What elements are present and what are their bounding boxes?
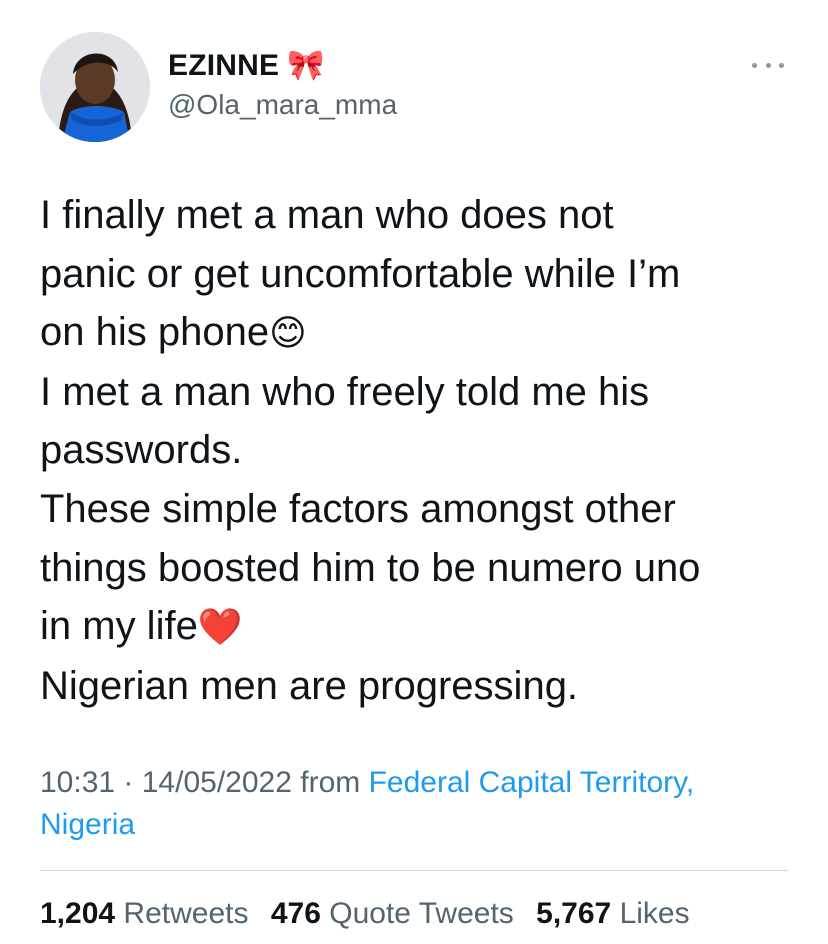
more-horizontal-icon	[765, 62, 771, 68]
tweet-date[interactable]: 14/05/2022	[142, 766, 292, 799]
quote-tweets-stat[interactable]: 476 Quote Tweets	[271, 897, 514, 930]
divider	[40, 870, 788, 871]
retweets-label: Retweets	[123, 897, 249, 930]
retweets-stat[interactable]: 1,204 Retweets	[40, 897, 248, 930]
more-options-button[interactable]	[748, 52, 788, 78]
from-label: from	[291, 766, 369, 799]
author-name-row[interactable]: EZINNE 🎀	[168, 46, 325, 86]
tweet-meta: 10:31 · 14/05/2022 from Federal Capital …	[40, 762, 800, 846]
ribbon-bow-icon: 🎀	[287, 49, 325, 82]
tweet-line: I finally met a man who does not	[40, 193, 614, 237]
tweet-line: on his phone😊	[40, 303, 800, 363]
likes-label: Likes	[619, 897, 690, 930]
tweet-line-text: on his phone	[40, 310, 270, 355]
author-handle[interactable]: @Ola_mara_mma	[168, 89, 397, 121]
smiling-face-icon: 😊	[269, 312, 307, 354]
avatar[interactable]	[40, 32, 150, 142]
author-display-name[interactable]: EZINNE	[168, 49, 279, 83]
location-link[interactable]: Federal Capital Territory,	[369, 766, 695, 799]
tweet-line: I met a man who freely told me his	[40, 369, 650, 414]
tweet-line: These simple factors amongst other	[40, 486, 676, 531]
tweet-line: things boosted him to be numero uno	[40, 545, 701, 590]
tweet-line: in my life❤️	[40, 597, 800, 657]
quote-tweets-label: Quote Tweets	[329, 897, 514, 930]
tweet-line: Nigerian men are progressing.	[40, 663, 579, 708]
tweet-time[interactable]: 10:31	[40, 766, 115, 799]
quote-tweets-count: 476	[270, 897, 321, 930]
tweet-line: passwords.	[40, 428, 243, 473]
tweet-stats: 1,204 Retweets 476 Quote Tweets 5,767 Li…	[40, 893, 704, 935]
likes-count: 5,767	[536, 897, 612, 930]
more-horizontal-icon	[779, 62, 784, 68]
location-link-continued[interactable]: Nigeria	[40, 808, 135, 841]
more-horizontal-icon	[752, 62, 757, 68]
tweet-line: panic or get uncomfortable while I’m	[40, 251, 681, 296]
retweets-count: 1,204	[40, 897, 116, 930]
tweet-text: I finally met a man who does not panic o…	[40, 186, 800, 715]
meta-separator: ·	[115, 766, 142, 799]
avatar-image	[40, 32, 150, 142]
red-heart-icon: ❤️	[197, 606, 243, 648]
likes-stat[interactable]: 5,767 Likes	[536, 897, 689, 930]
tweet-line-text: in my life	[40, 604, 198, 649]
